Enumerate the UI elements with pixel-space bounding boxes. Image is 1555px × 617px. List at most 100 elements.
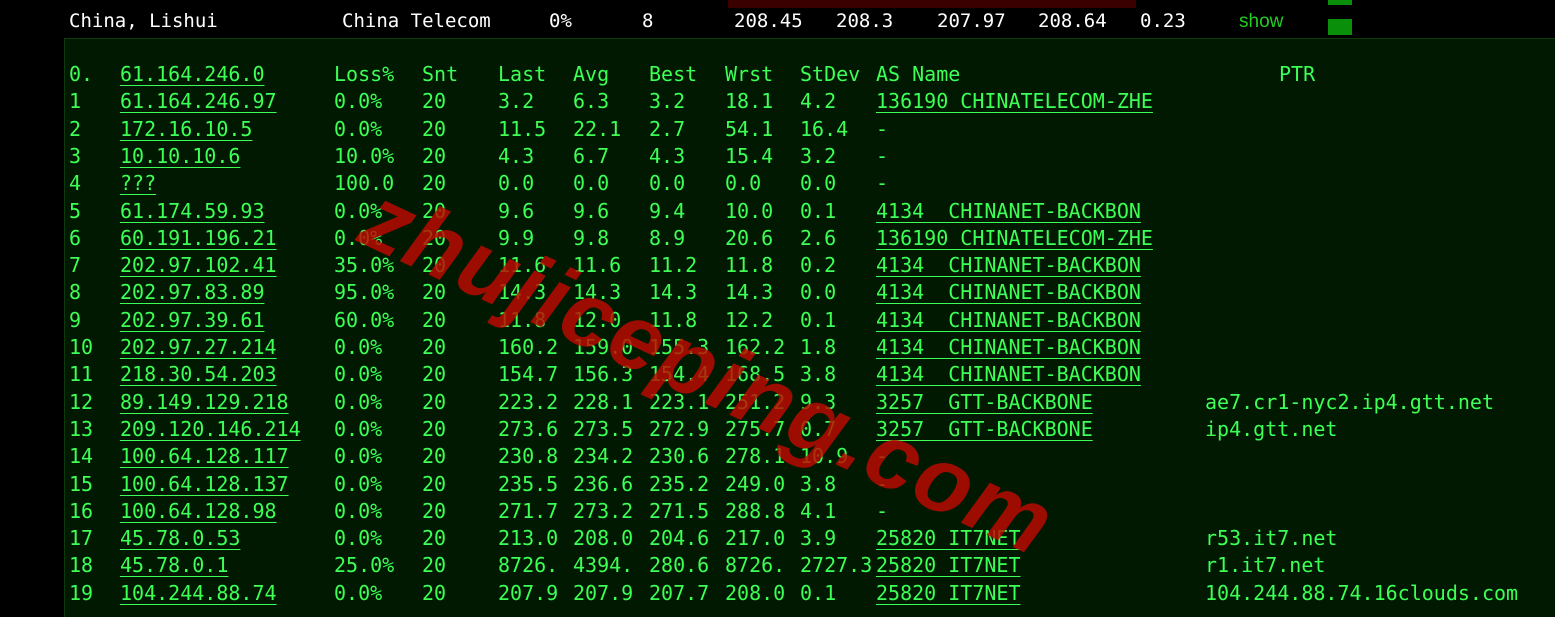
hop-host-link[interactable]: 10.10.10.6 [120, 145, 240, 167]
header-avg: Avg [573, 62, 610, 86]
table-cell-hop: 5 [69, 198, 82, 223]
table-cell-snt: 20 [422, 498, 447, 523]
as-name-link[interactable]: 3257 GTT-BACKBONE [876, 391, 1093, 413]
table-cell-best: 204.6 [649, 526, 710, 551]
table-cell-wrst: 18.1 [725, 89, 774, 114]
hop-host-link[interactable]: 45.78.0.53 [120, 527, 240, 549]
hop-host-link[interactable]: 100.64.128.98 [120, 500, 277, 522]
table-cell-stdev: 4.2 [800, 89, 837, 114]
hop-host-link[interactable]: 202.97.83.89 [120, 281, 265, 303]
hop-host-link[interactable]: 100.64.128.117 [120, 445, 289, 467]
table-cell-avg: 156.3 [573, 362, 634, 387]
table-cell-snt: 20 [422, 526, 447, 551]
as-name-link[interactable]: 25820 IT7NET [876, 582, 1021, 604]
table-cell-ptr: 104.244.88.74.16clouds.com [1205, 580, 1519, 605]
table-cell-last: 4.3 [498, 143, 535, 168]
table-cell-hop: 10 [69, 335, 94, 359]
table-cell-avg: 14.3 [573, 280, 622, 305]
as-name-link[interactable]: 4134 CHINANET-BACKBON [876, 336, 1141, 358]
table-cell-last: 11.8 [498, 307, 547, 332]
summary-best: 207.97 [937, 10, 1006, 32]
as-name-link[interactable]: 136190 CHINATELECOM-ZHE [876, 227, 1153, 249]
hop-host-link[interactable]: 202.97.102.41 [120, 254, 277, 276]
as-name-link[interactable]: 4134 CHINANET-BACKBON [876, 200, 1141, 222]
hop-host-link[interactable]: 218.30.54.203 [120, 363, 277, 385]
hop-host-link[interactable]: 172.16.10.5 [120, 118, 252, 140]
header-stdev: StDev [800, 62, 861, 86]
hop-host-link[interactable]: 45.78.0.1 [120, 554, 228, 576]
table-cell-wrst: 20.6 [725, 225, 774, 250]
table-cell-wrst: 168.5 [725, 362, 786, 387]
as-name-link[interactable]: 4134 CHINANET-BACKBON [876, 363, 1141, 385]
table-cell-stdev: 2.6 [800, 225, 837, 250]
table-cell-best: 230.6 [649, 444, 710, 469]
hop-host-link[interactable]: 202.97.39.61 [120, 309, 265, 331]
table-cell-snt: 20 [422, 253, 447, 278]
summary-row: China, Lishui China Telecom 0% 8 208.45 … [0, 0, 1555, 38]
hop-host-link[interactable]: 104.244.88.74 [120, 582, 277, 604]
table-cell-snt: 20 [422, 143, 447, 168]
table-cell-stdev: 0.1 [800, 307, 837, 332]
table-cell-best: 2.7 [649, 116, 686, 141]
table-cell-hop: 8 [69, 280, 82, 305]
table-cell-best: 8.9 [649, 225, 686, 250]
table-cell-snt: 20 [422, 198, 447, 223]
table-cell-loss: 0.0% [334, 116, 383, 141]
as-name-link: - [876, 498, 889, 523]
as-name-link[interactable]: 25820 IT7NET [876, 554, 1021, 576]
hop-host-link[interactable]: ??? [120, 172, 156, 194]
table-cell-wrst: 288.8 [725, 498, 786, 523]
header-hop: 0. [69, 62, 94, 86]
table-cell-wrst: 251.2 [725, 389, 786, 414]
table-cell-snt: 20 [422, 225, 447, 250]
table-cell-snt: 20 [422, 89, 447, 114]
table-cell-wrst: 12.2 [725, 307, 774, 332]
table-cell-last: 9.9 [498, 225, 535, 250]
hop-host-link[interactable]: 202.97.27.214 [120, 336, 277, 358]
table-cell-last: 0.0 [498, 171, 535, 196]
as-name-link: - [876, 116, 889, 141]
table-cell-loss: 0.0% [334, 471, 383, 496]
as-name-link[interactable]: 25820 IT7NET [876, 527, 1021, 549]
table-cell-avg: 6.7 [573, 143, 610, 168]
table-cell-last: 223.2 [498, 389, 559, 414]
table-cell-best: 272.9 [649, 416, 710, 441]
hop-host-link[interactable]: 89.149.129.218 [120, 391, 289, 413]
table-cell-avg: 273.5 [573, 416, 634, 441]
hop-host-link[interactable]: 61.164.246.97 [120, 90, 277, 112]
as-name-link[interactable]: 4134 CHINANET-BACKBON [876, 254, 1141, 276]
hop-host-link[interactable]: 209.120.146.214 [120, 418, 301, 440]
table-cell-loss: 60.0% [334, 307, 395, 332]
hop-host-link[interactable]: 61.174.59.93 [120, 200, 265, 222]
table-cell-last: 14.3 [498, 280, 547, 305]
summary-loss: 0% [549, 10, 572, 32]
header-host[interactable]: 61.164.246.0 [120, 63, 265, 85]
hop-host-link[interactable]: 100.64.128.137 [120, 473, 289, 495]
as-name-link[interactable]: 4134 CHINANET-BACKBON [876, 281, 1141, 303]
table-cell-avg: 228.1 [573, 389, 634, 414]
summary-worst: 208.64 [1038, 10, 1107, 32]
show-link[interactable]: show [1239, 11, 1283, 33]
table-cell-hop: 14 [69, 444, 94, 469]
table-cell-stdev: 0.2 [800, 253, 837, 278]
table-cell-hop: 18 [69, 553, 94, 578]
table-cell-best: 207.7 [649, 580, 710, 605]
header-last: Last [498, 62, 547, 86]
table-cell-avg: 9.6 [573, 198, 610, 223]
header-best: Best [649, 62, 698, 86]
table-cell-hop: 1 [69, 89, 82, 114]
header-as: AS Name [876, 62, 961, 86]
table-cell-stdev: 3.9 [800, 526, 837, 551]
as-name-link[interactable]: 136190 CHINATELECOM-ZHE [876, 90, 1153, 112]
as-name-link: - [876, 444, 889, 469]
table-cell-hop: 9 [69, 307, 82, 332]
table-cell-best: 11.2 [649, 253, 698, 278]
table-cell-wrst: 54.1 [725, 116, 774, 141]
as-name-link[interactable]: 3257 GTT-BACKBONE [876, 418, 1093, 440]
as-name-link[interactable]: 4134 CHINANET-BACKBON [876, 309, 1141, 331]
table-cell-loss: 0.0% [334, 416, 383, 441]
table-cell-loss: 0.0% [334, 580, 383, 605]
table-cell-stdev: 0.0 [800, 171, 837, 196]
table-cell-snt: 20 [422, 553, 447, 578]
hop-host-link[interactable]: 60.191.196.21 [120, 227, 277, 249]
